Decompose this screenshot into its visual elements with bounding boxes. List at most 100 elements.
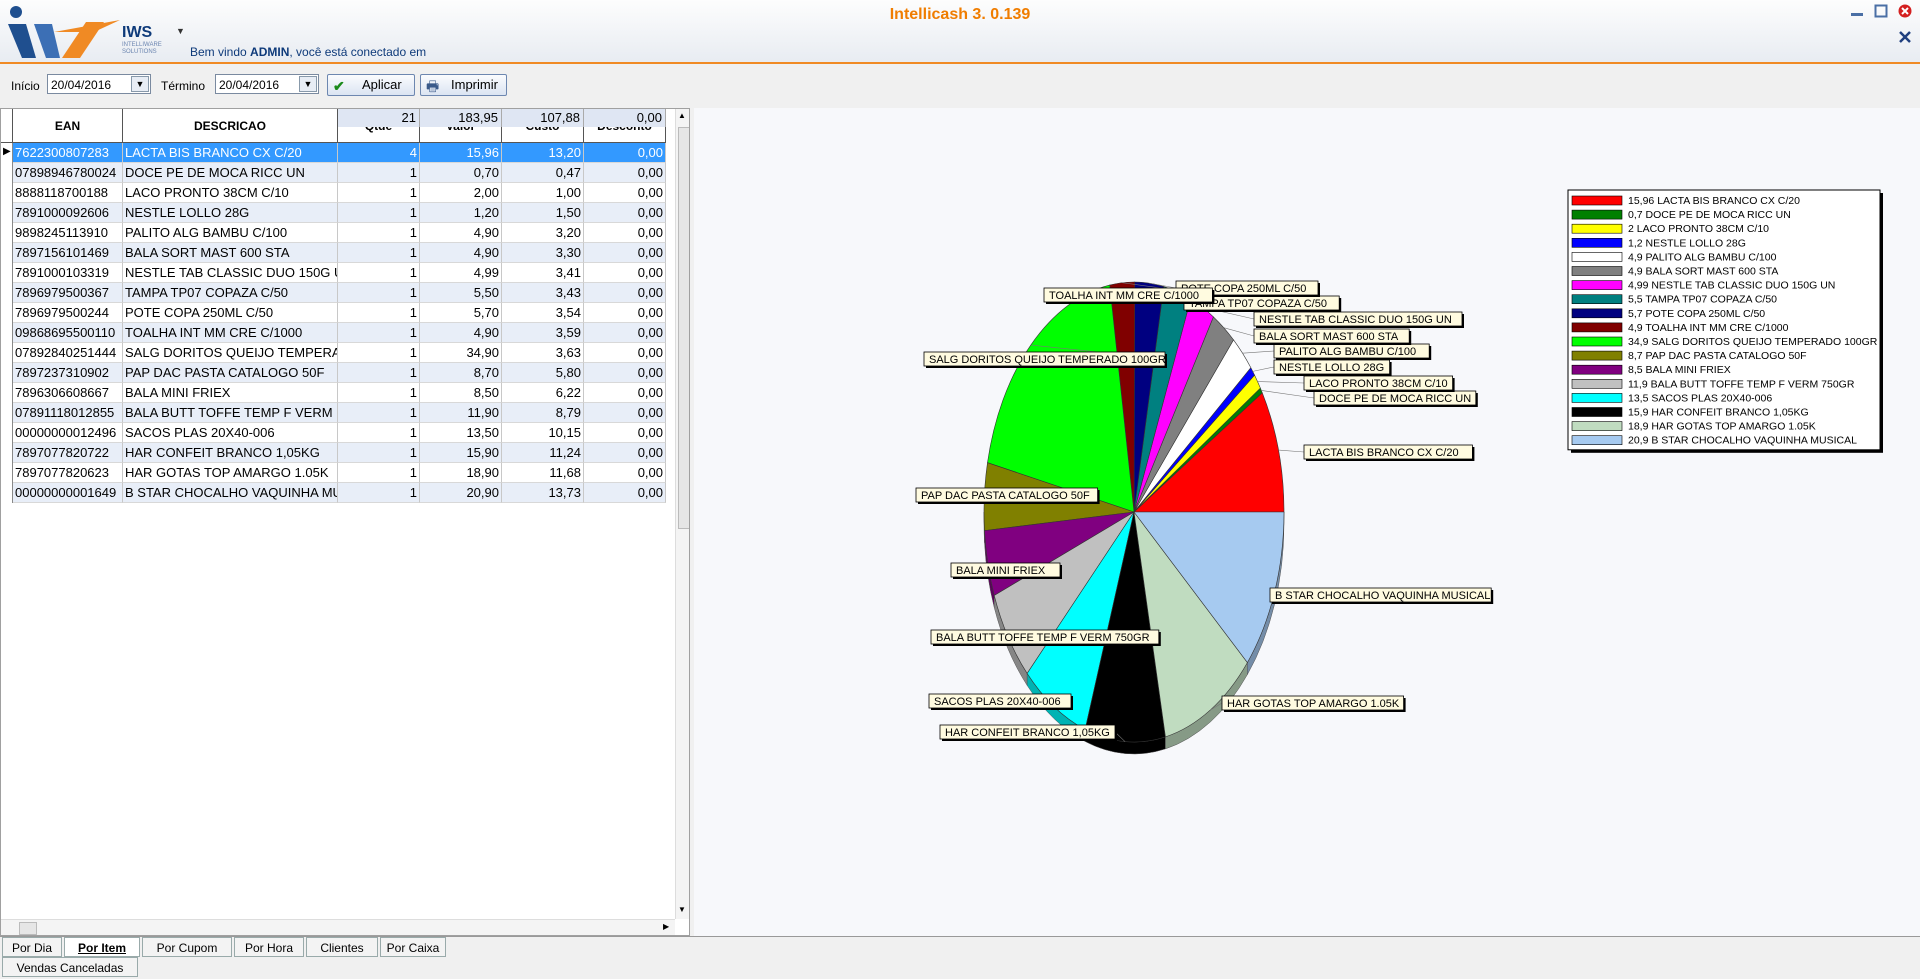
table-cell[interactable]: 11,24 [502, 443, 584, 463]
table-cell[interactable]: 0,00 [584, 483, 666, 503]
scroll-right-icon[interactable]: ▶ [663, 922, 669, 931]
tab-por-caixa[interactable]: Por Caixa [380, 937, 446, 957]
table-cell[interactable]: 0,00 [584, 343, 666, 363]
table-cell[interactable]: 4,90 [420, 243, 502, 263]
table-cell[interactable]: 7897237310902 [13, 363, 123, 383]
table-cell[interactable]: 10,15 [502, 423, 584, 443]
table-cell[interactable]: TAMPA TP07 COPAZA C/50 [123, 283, 338, 303]
row-indicator[interactable] [1, 203, 13, 223]
table-row[interactable]: 07898946780024DOCE PE DE MOCA RICC UN1 0,… [1, 163, 677, 183]
row-indicator[interactable] [1, 183, 13, 203]
table-cell[interactable]: 15,90 [420, 443, 502, 463]
table-cell[interactable]: DOCE PE DE MOCA RICC UN [123, 163, 338, 183]
table-cell[interactable]: 11,68 [502, 463, 584, 483]
table-cell[interactable]: 5,80 [502, 363, 584, 383]
table-row[interactable]: 7891000092606NESTLE LOLLO 28G11,201,500,… [1, 203, 677, 223]
table-cell[interactable]: 1 [338, 483, 420, 503]
tab-por-item[interactable]: Por Item [64, 937, 140, 957]
row-indicator[interactable] [1, 263, 13, 283]
table-cell[interactable]: SALG DORITOS QUEIJO TEMPERA [123, 343, 338, 363]
chevron-down-icon[interactable]: ▼ [176, 26, 185, 36]
table-row[interactable]: 7897156101469BALA SORT MAST 600 STA14,90… [1, 243, 677, 263]
tab-por-hora[interactable]: Por Hora [234, 937, 304, 957]
table-cell[interactable]: 0,00 [584, 383, 666, 403]
table-cell[interactable]: 11,90 [420, 403, 502, 423]
hscroll-thumb[interactable] [19, 922, 37, 935]
table-cell[interactable]: BALA BUTT TOFFE TEMP F VERM [123, 403, 338, 423]
table-cell[interactable]: 1 [338, 263, 420, 283]
row-indicator[interactable] [1, 303, 13, 323]
table-cell[interactable]: 7622300807283 [13, 143, 123, 163]
table-cell[interactable]: 7897077820722 [13, 443, 123, 463]
close-tab-icon[interactable] [1898, 30, 1912, 44]
table-cell[interactable]: 1 [338, 383, 420, 403]
table-row[interactable]: ▶7622300807283LACTA BIS BRANCO CX C/2041… [1, 143, 677, 163]
apply-button[interactable]: ✔ Aplicar [327, 74, 415, 96]
table-cell[interactable]: 1 [338, 243, 420, 263]
table-cell[interactable]: 0,00 [584, 283, 666, 303]
table-cell[interactable]: 13,20 [502, 143, 584, 163]
tab-vendas-canceladas[interactable]: Vendas Canceladas [2, 957, 138, 977]
table-cell[interactable]: 4 [338, 143, 420, 163]
table-cell[interactable]: PAP DAC PASTA CATALOGO 50F [123, 363, 338, 383]
table-cell[interactable]: 1 [338, 423, 420, 443]
table-cell[interactable]: 1 [338, 163, 420, 183]
table-cell[interactable]: POTE COPA 250ML C/50 [123, 303, 338, 323]
row-indicator[interactable] [1, 423, 13, 443]
table-row[interactable]: 8888118700188LACO PRONTO 38CM C/1012,001… [1, 183, 677, 203]
table-row[interactable]: 09868695500110TOALHA INT MM CRE C/100014… [1, 323, 677, 343]
tab-por-dia[interactable]: Por Dia [2, 937, 62, 957]
row-pointer-icon[interactable]: ▶ [1, 143, 13, 163]
table-cell[interactable]: 20,90 [420, 483, 502, 503]
table-cell[interactable]: 07898946780024 [13, 163, 123, 183]
table-cell[interactable]: 1 [338, 183, 420, 203]
table-cell[interactable]: 1 [338, 343, 420, 363]
table-cell[interactable]: 5,50 [420, 283, 502, 303]
table-cell[interactable]: 4,90 [420, 323, 502, 343]
table-cell[interactable]: BALA SORT MAST 600 STA [123, 243, 338, 263]
table-row[interactable]: 7891000103319NESTLE TAB CLASSIC DUO 150G… [1, 263, 677, 283]
table-cell[interactable]: LACO PRONTO 38CM C/10 [123, 183, 338, 203]
table-cell[interactable]: 07891118012855 [13, 403, 123, 423]
table-cell[interactable]: 4,90 [420, 223, 502, 243]
table-cell[interactable]: 0,00 [584, 363, 666, 383]
table-row[interactable]: 07892840251444SALG DORITOS QUEIJO TEMPER… [1, 343, 677, 363]
table-cell[interactable]: 1 [338, 323, 420, 343]
table-row[interactable]: 7896979500367TAMPA TP07 COPAZA C/5015,50… [1, 283, 677, 303]
table-cell[interactable]: 1 [338, 283, 420, 303]
table-cell[interactable]: NESTLE TAB CLASSIC DUO 150G U [123, 263, 338, 283]
table-cell[interactable]: 7896306608667 [13, 383, 123, 403]
start-date-picker[interactable]: 20/04/2016 ▼ [47, 74, 151, 94]
table-cell[interactable]: 13,50 [420, 423, 502, 443]
table-cell[interactable]: 0,47 [502, 163, 584, 183]
table-cell[interactable]: 34,90 [420, 343, 502, 363]
table-row[interactable]: 7896306608667BALA MINI FRIEX18,506,220,0… [1, 383, 677, 403]
table-cell[interactable]: 3,43 [502, 283, 584, 303]
row-indicator[interactable] [1, 383, 13, 403]
chevron-down-icon[interactable]: ▼ [299, 76, 317, 92]
row-indicator[interactable] [1, 243, 13, 263]
table-cell[interactable]: 1 [338, 363, 420, 383]
table-cell[interactable]: 13,73 [502, 483, 584, 503]
table-cell[interactable]: 1 [338, 303, 420, 323]
table-cell[interactable]: 6,22 [502, 383, 584, 403]
table-cell[interactable]: 0,00 [584, 463, 666, 483]
horizontal-scrollbar[interactable]: ▶ [1, 919, 675, 936]
table-cell[interactable]: 1 [338, 203, 420, 223]
table-cell[interactable]: 7891000092606 [13, 203, 123, 223]
table-cell[interactable]: 0,00 [584, 143, 666, 163]
row-indicator[interactable] [1, 403, 13, 423]
table-cell[interactable]: HAR GOTAS TOP AMARGO 1.05K [123, 463, 338, 483]
table-cell[interactable]: 1 [338, 443, 420, 463]
row-indicator[interactable] [1, 323, 13, 343]
table-cell[interactable]: 3,63 [502, 343, 584, 363]
tab-por-cupom[interactable]: Por Cupom [142, 937, 232, 957]
table-cell[interactable]: PALITO ALG BAMBU C/100 [123, 223, 338, 243]
table-cell[interactable]: 0,00 [584, 303, 666, 323]
table-cell[interactable]: 1 [338, 463, 420, 483]
table-row[interactable]: 9898245113910PALITO ALG BAMBU C/10014,90… [1, 223, 677, 243]
row-indicator[interactable] [1, 163, 13, 183]
print-button[interactable]: 🖶 Imprimir [420, 74, 507, 96]
row-indicator[interactable] [1, 363, 13, 383]
table-cell[interactable]: 0,00 [584, 163, 666, 183]
